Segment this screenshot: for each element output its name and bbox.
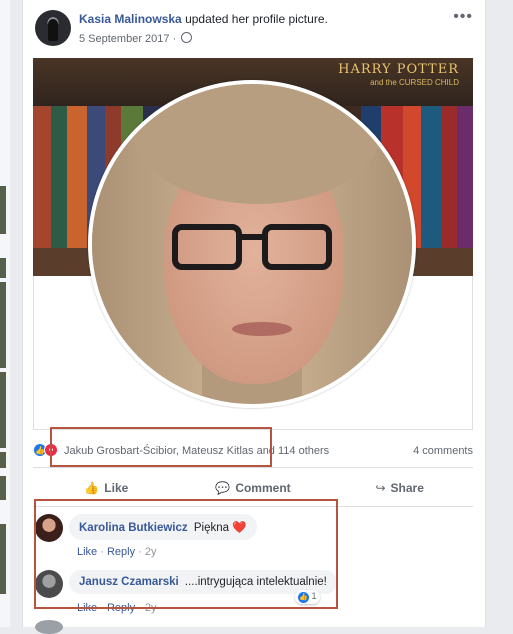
author-name-link[interactable]: Kasia Malinowska bbox=[79, 12, 182, 26]
post-action-text: updated her profile picture. bbox=[185, 12, 328, 26]
highlight-box-reactions bbox=[50, 427, 272, 467]
divider bbox=[33, 467, 473, 468]
highlight-box-comments bbox=[34, 499, 338, 609]
right-gutter bbox=[486, 0, 513, 627]
speech-bubble-icon: 💬 bbox=[215, 481, 231, 495]
share-button-label: Share bbox=[390, 481, 424, 495]
post-header: Kasia Malinowska updated her profile pic… bbox=[35, 8, 475, 50]
partial-commenter-avatar bbox=[35, 620, 63, 634]
post-date-link[interactable]: 5 September 2017 bbox=[79, 33, 170, 45]
share-button[interactable]: ↪ Share bbox=[326, 474, 473, 502]
more-options-icon[interactable]: ••• bbox=[453, 8, 473, 26]
share-arrow-icon: ↪ bbox=[375, 481, 386, 495]
book-title-text: HARRY POTTER bbox=[338, 62, 459, 77]
comment-button-label: Comment bbox=[235, 481, 291, 495]
post-header-line: Kasia Malinowska updated her profile pic… bbox=[79, 12, 328, 26]
thumbs-up-icon: 👍 bbox=[84, 481, 100, 495]
profile-picture[interactable] bbox=[88, 80, 416, 408]
comment-button[interactable]: 💬 Comment bbox=[180, 474, 327, 502]
like-button[interactable]: 👍 Like bbox=[33, 474, 180, 502]
post-actions-bar: 👍 Like 💬 Comment ↪ Share bbox=[33, 474, 473, 502]
comments-count-link[interactable]: 4 comments bbox=[413, 445, 473, 457]
left-column-strip bbox=[0, 0, 10, 627]
author-avatar[interactable] bbox=[35, 10, 71, 46]
post-meta: 5 September 2017 · bbox=[79, 32, 193, 45]
like-button-label: Like bbox=[104, 481, 129, 495]
globe-icon bbox=[181, 32, 193, 43]
date-separator: · bbox=[172, 33, 177, 45]
